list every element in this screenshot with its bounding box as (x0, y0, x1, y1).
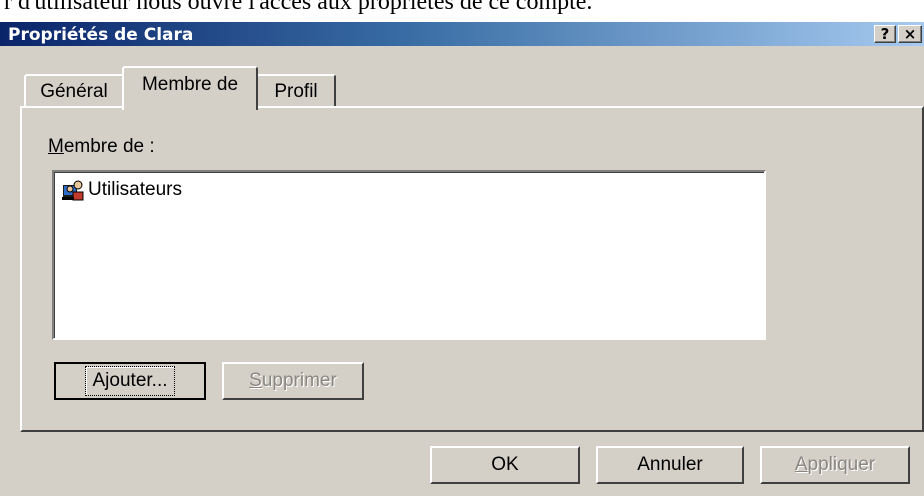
tab-general[interactable]: Général (24, 74, 124, 108)
section-label-mnemonic: M (48, 136, 64, 157)
cancel-button[interactable]: Annuler (596, 446, 744, 484)
members-listbox[interactable]: Utilisateurs (52, 170, 766, 340)
help-button[interactable]: ? (874, 25, 896, 43)
member-name: Utilisateurs (88, 179, 182, 200)
section-label-text: embre de : (63, 136, 155, 157)
window-title: Propriétés de Clara (8, 25, 194, 45)
group-icon (62, 179, 84, 201)
tab-general-label: Général (40, 81, 108, 102)
apply-button[interactable]: Appliquer (760, 446, 910, 484)
remove-button-label: Supprimer (249, 370, 337, 391)
ok-button-label: OK (491, 454, 519, 475)
tab-profil-label: Profil (274, 81, 318, 102)
tab-panel: Membre de : Utilisateurs Ajouter... Supp… (20, 106, 924, 432)
list-item[interactable]: Utilisateurs (62, 178, 182, 202)
help-icon: ? (880, 24, 890, 43)
close-button[interactable]: × (898, 25, 922, 43)
ok-button[interactable]: OK (430, 446, 580, 484)
add-button[interactable]: Ajouter... (54, 362, 206, 400)
title-bar[interactable]: Propriétés de Clara ? × (0, 22, 924, 46)
add-button-label: Ajouter... (85, 366, 175, 396)
remove-button[interactable]: Supprimer (222, 362, 364, 400)
document-text: r d'utilisateur nous ouvre l'accès aux p… (4, 0, 593, 15)
cancel-button-label: Annuler (637, 454, 703, 475)
section-label: Membre de : (48, 136, 155, 158)
tab-membre-de[interactable]: Membre de (122, 66, 258, 110)
apply-button-label: Appliquer (794, 454, 876, 475)
document-background: r d'utilisateur nous ouvre l'accès aux p… (0, 0, 924, 22)
close-icon: × (903, 24, 917, 43)
tab-membre-de-label: Membre de (141, 74, 239, 95)
tab-profil[interactable]: Profil (256, 74, 336, 108)
